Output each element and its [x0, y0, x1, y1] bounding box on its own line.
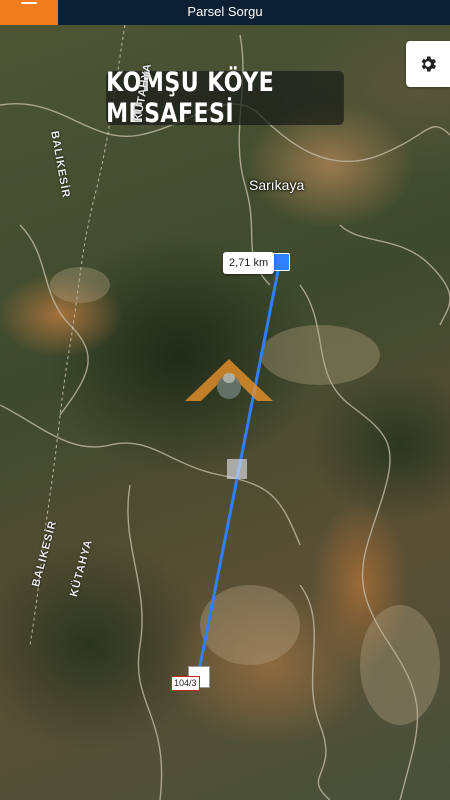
watermark-logo [185, 359, 273, 401]
village-label: Sarıkaya [249, 177, 305, 193]
top-app-bar: Parsel Sorgu [0, 0, 450, 25]
distance-label: 2,71 km [223, 252, 275, 274]
neighbor-village-marker[interactable] [272, 253, 290, 271]
gear-icon [421, 56, 436, 72]
settings-button[interactable] [406, 41, 450, 87]
line-midpoint-handle[interactable] [227, 459, 247, 479]
app-title: Parsel Sorgu [187, 4, 263, 19]
satellite-map[interactable]: KOMŞU KÖYE MESAFESİ Sarıkaya BALIKESİR K… [0, 25, 450, 800]
parcel-number-label: 104/3 [171, 676, 200, 691]
